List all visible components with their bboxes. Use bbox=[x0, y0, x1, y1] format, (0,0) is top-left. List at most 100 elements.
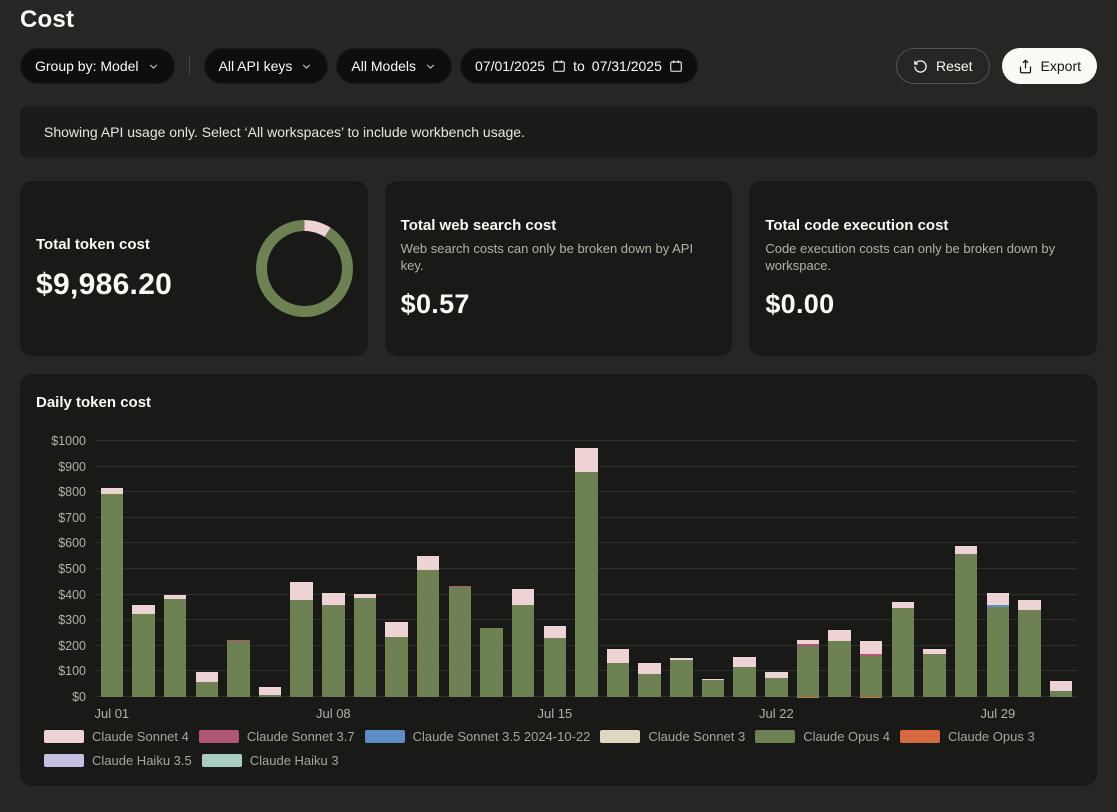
bar-segment[interactable] bbox=[449, 587, 471, 697]
models-dropdown-label: All Models bbox=[351, 58, 416, 74]
bar-jul-14 bbox=[507, 441, 539, 697]
bar-segment[interactable] bbox=[860, 641, 882, 654]
legend-item[interactable]: Claude Haiku 3.5 bbox=[44, 753, 192, 768]
legend-item[interactable]: Claude Sonnet 4 bbox=[44, 729, 189, 744]
bar-segment[interactable] bbox=[828, 641, 850, 697]
bar-segment[interactable] bbox=[607, 649, 629, 663]
y-axis-tick-label: $1000 bbox=[51, 434, 86, 448]
bar-segment[interactable] bbox=[417, 556, 439, 569]
bar-segment[interactable] bbox=[860, 656, 882, 697]
bar-segment[interactable] bbox=[575, 448, 597, 472]
bar-segment[interactable] bbox=[101, 494, 123, 697]
bar-segment[interactable] bbox=[955, 554, 977, 697]
bar-segment[interactable] bbox=[259, 687, 281, 695]
bar-segment[interactable] bbox=[733, 667, 755, 697]
bar-segment[interactable] bbox=[1018, 600, 1040, 609]
usage-info-banner-text: Showing API usage only. Select ‘All work… bbox=[44, 124, 525, 140]
bar-segment[interactable] bbox=[670, 660, 692, 697]
rotate-ccw-icon bbox=[913, 59, 928, 74]
bar-segment[interactable] bbox=[354, 598, 376, 697]
bar-segment[interactable] bbox=[607, 663, 629, 697]
bar-segment[interactable] bbox=[797, 646, 819, 697]
legend-label: Claude Opus 4 bbox=[803, 729, 890, 744]
bar-segment[interactable] bbox=[1050, 681, 1072, 690]
bar-segment[interactable] bbox=[955, 546, 977, 554]
bar-segment[interactable] bbox=[923, 654, 945, 697]
toolbar-divider bbox=[189, 56, 190, 76]
bar-segment[interactable] bbox=[132, 605, 154, 613]
bar-segment[interactable] bbox=[638, 674, 660, 697]
legend-swatch bbox=[900, 730, 940, 743]
donut-hole bbox=[267, 231, 342, 306]
bar-jul-31 bbox=[1045, 441, 1077, 697]
legend-item[interactable]: Claude Sonnet 3.5 2024-10-22 bbox=[365, 729, 591, 744]
export-button[interactable]: Export bbox=[1002, 48, 1097, 84]
legend-swatch bbox=[365, 730, 405, 743]
bar-segment[interactable] bbox=[575, 472, 597, 697]
chevron-down-icon bbox=[300, 60, 313, 73]
bar-segment[interactable] bbox=[733, 657, 755, 666]
bar-jul-16 bbox=[571, 441, 603, 697]
summary-cards: Total token cost $9,986.20 Total web sea… bbox=[20, 181, 1097, 356]
bar-segment[interactable] bbox=[544, 638, 566, 697]
legend-item[interactable]: Claude Opus 4 bbox=[755, 729, 890, 744]
bar-segment[interactable] bbox=[290, 600, 312, 697]
cost-page: Cost Group by: Model All API keys All Mo… bbox=[0, 0, 1117, 806]
bar-jul-01 bbox=[96, 441, 128, 697]
bar-jul-25 bbox=[855, 441, 887, 697]
bar-segment[interactable] bbox=[417, 570, 439, 697]
legend-item[interactable]: Claude Sonnet 3.7 bbox=[199, 729, 355, 744]
group-by-dropdown[interactable]: Group by: Model bbox=[20, 48, 175, 84]
legend-item[interactable]: Claude Sonnet 3 bbox=[600, 729, 745, 744]
bar-segment[interactable] bbox=[385, 637, 407, 697]
bar-jul-03 bbox=[159, 441, 191, 697]
bar-jul-13 bbox=[476, 441, 508, 697]
bar-segment[interactable] bbox=[765, 678, 787, 697]
bar-jul-23 bbox=[792, 441, 824, 697]
bar-segment[interactable] bbox=[892, 608, 914, 697]
bar-segment[interactable] bbox=[480, 628, 502, 697]
bar-segment[interactable] bbox=[987, 593, 1009, 605]
bar-segment[interactable] bbox=[196, 682, 218, 697]
start-date-input[interactable]: 07/01/2025 bbox=[475, 58, 545, 74]
bar-jul-07 bbox=[286, 441, 318, 697]
date-range-picker: 07/01/2025 to 07/31/2025 bbox=[460, 48, 698, 84]
calendar-icon[interactable] bbox=[552, 59, 566, 73]
legend-item[interactable]: Claude Haiku 3 bbox=[202, 753, 339, 768]
total-web-search-cost-title: Total web search cost bbox=[401, 217, 717, 234]
bar-jul-05 bbox=[223, 441, 255, 697]
bar-segment[interactable] bbox=[544, 626, 566, 638]
y-axis-tick-label: $100 bbox=[58, 664, 86, 678]
bar-segment[interactable] bbox=[1018, 610, 1040, 697]
bar-jul-02 bbox=[128, 441, 160, 697]
bar-segment[interactable] bbox=[828, 630, 850, 642]
bar-segment[interactable] bbox=[638, 663, 660, 673]
bar-segment[interactable] bbox=[385, 622, 407, 638]
bar-segment[interactable] bbox=[132, 614, 154, 697]
calendar-icon[interactable] bbox=[669, 59, 683, 73]
api-keys-dropdown[interactable]: All API keys bbox=[204, 48, 329, 84]
bar-segment[interactable] bbox=[512, 589, 534, 605]
end-date-input[interactable]: 07/31/2025 bbox=[592, 58, 662, 74]
legend-item[interactable]: Claude Opus 3 bbox=[900, 729, 1035, 744]
total-code-execution-cost-description: Code execution costs can only be broken … bbox=[765, 241, 1081, 274]
total-web-search-cost-description: Web search costs can only be broken down… bbox=[401, 241, 717, 274]
bar-jul-08 bbox=[317, 441, 349, 697]
bar-segment[interactable] bbox=[196, 672, 218, 682]
models-dropdown[interactable]: All Models bbox=[336, 48, 452, 84]
bar-segment[interactable] bbox=[322, 605, 344, 697]
bar-segment[interactable] bbox=[290, 582, 312, 600]
y-axis-tick-label: $800 bbox=[58, 485, 86, 499]
bar-segment[interactable] bbox=[227, 641, 249, 697]
reset-button[interactable]: Reset bbox=[896, 48, 990, 84]
bar-segment[interactable] bbox=[322, 593, 344, 606]
bar-segment[interactable] bbox=[164, 599, 186, 697]
bar-segment[interactable] bbox=[987, 607, 1009, 697]
bar-segment[interactable] bbox=[702, 680, 724, 697]
bar-segment[interactable] bbox=[512, 605, 534, 697]
total-code-execution-cost-title: Total code execution cost bbox=[765, 217, 1081, 234]
export-button-label: Export bbox=[1041, 58, 1081, 74]
bar-series bbox=[96, 441, 1077, 697]
bar-jul-18 bbox=[634, 441, 666, 697]
bar-segment[interactable] bbox=[101, 488, 123, 495]
